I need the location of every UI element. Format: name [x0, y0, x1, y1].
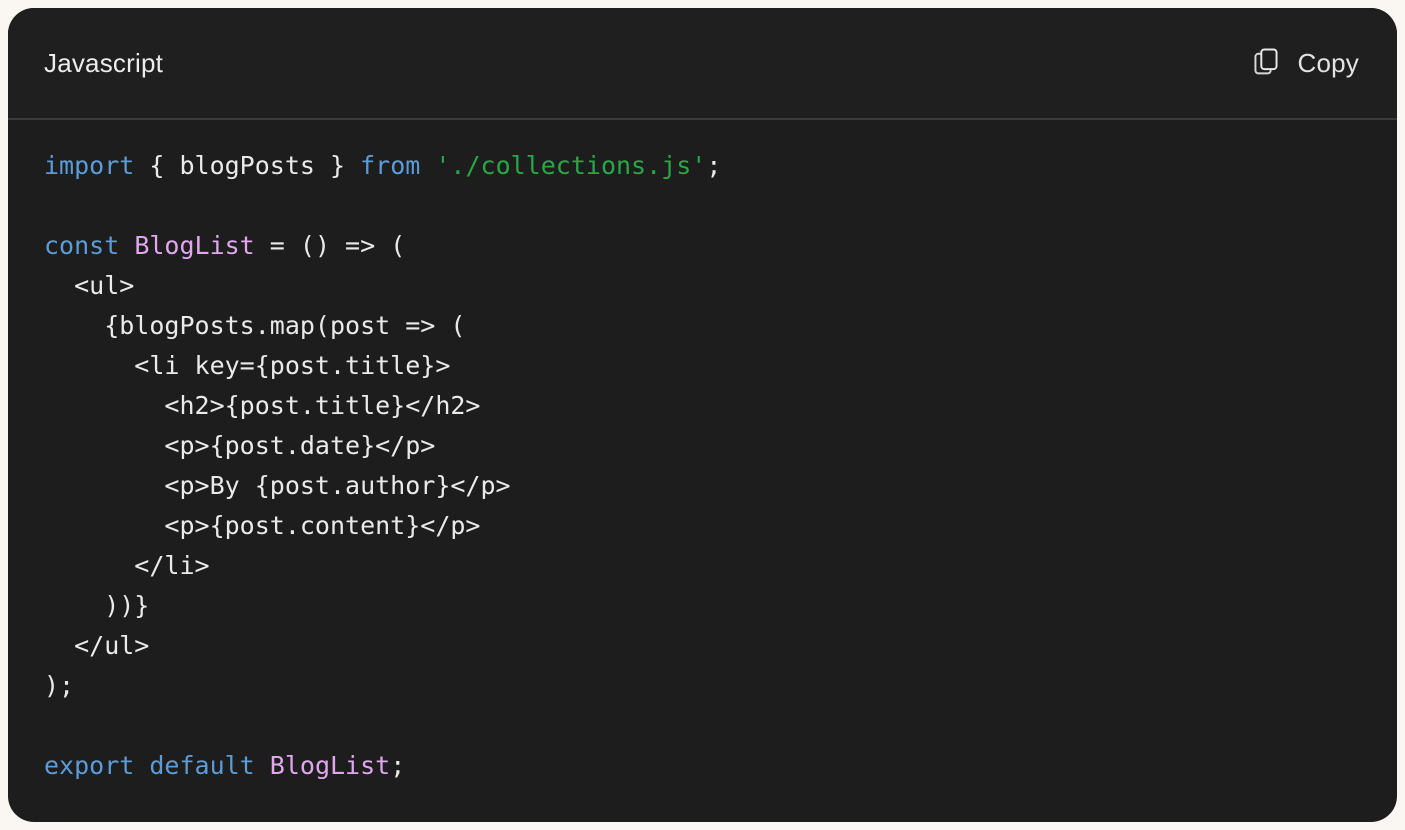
code-token: );: [44, 671, 75, 700]
code-token: </ul>: [44, 631, 150, 660]
code-token: BlogList: [134, 231, 255, 260]
code-line: <h2>{post.title}</h2>: [44, 386, 1361, 426]
language-label: Javascript: [44, 48, 164, 78]
code-token: ;: [390, 751, 406, 780]
code-line: ))}: [44, 586, 1361, 626]
code-token: ))}: [44, 591, 150, 620]
code-token: <ul>: [44, 271, 135, 300]
code-token: { blogPosts }: [134, 151, 361, 180]
code-token: const: [44, 231, 120, 260]
code-token: = () => (: [254, 231, 406, 260]
copy-button[interactable]: Copy: [1246, 42, 1368, 84]
source-code: import { blogPosts } from './collections…: [44, 146, 1361, 786]
code-token: ;: [706, 151, 722, 180]
code-token: './collections.js': [435, 151, 707, 180]
code-token: export: [44, 751, 135, 780]
copy-icon: [1253, 48, 1278, 75]
code-line: import { blogPosts } from './collections…: [44, 146, 1361, 186]
code-token: <p>By {post.author}</p>: [44, 471, 511, 500]
code-body[interactable]: import { blogPosts } from './collections…: [8, 120, 1397, 822]
code-line: </li>: [44, 546, 1361, 586]
code-token: {blogPosts.map(post => (: [44, 311, 466, 340]
code-token: </li>: [44, 551, 210, 580]
code-token: <p>{post.content}</p>: [44, 511, 481, 540]
code-token: <p>{post.date}</p>: [44, 431, 436, 460]
code-block-header: Javascript Copy: [8, 8, 1397, 120]
code-line: <p>By {post.author}</p>: [44, 466, 1361, 506]
code-token: <h2>{post.title}</h2>: [44, 391, 481, 420]
code-token: BlogList: [269, 751, 391, 780]
code-line: <p>{post.content}</p>: [44, 506, 1361, 546]
code-line: <ul>: [44, 266, 1361, 306]
code-token: default: [149, 751, 255, 780]
code-token: <li key={post.title}>: [44, 351, 451, 380]
copy-button-label: Copy: [1297, 48, 1359, 78]
code-line: </ul>: [44, 626, 1361, 666]
code-line: export default BlogList;: [44, 746, 1361, 786]
code-token: import: [44, 151, 135, 180]
code-block-card: Javascript Copy import { blogPosts } fro…: [8, 8, 1397, 822]
code-line: {blogPosts.map(post => (: [44, 306, 1361, 346]
code-line: );: [44, 666, 1361, 706]
code-line: const BlogList = () => (: [44, 226, 1361, 266]
code-line: <p>{post.date}</p>: [44, 426, 1361, 466]
code-token: from: [360, 151, 421, 180]
code-line: <li key={post.title}>: [44, 346, 1361, 386]
